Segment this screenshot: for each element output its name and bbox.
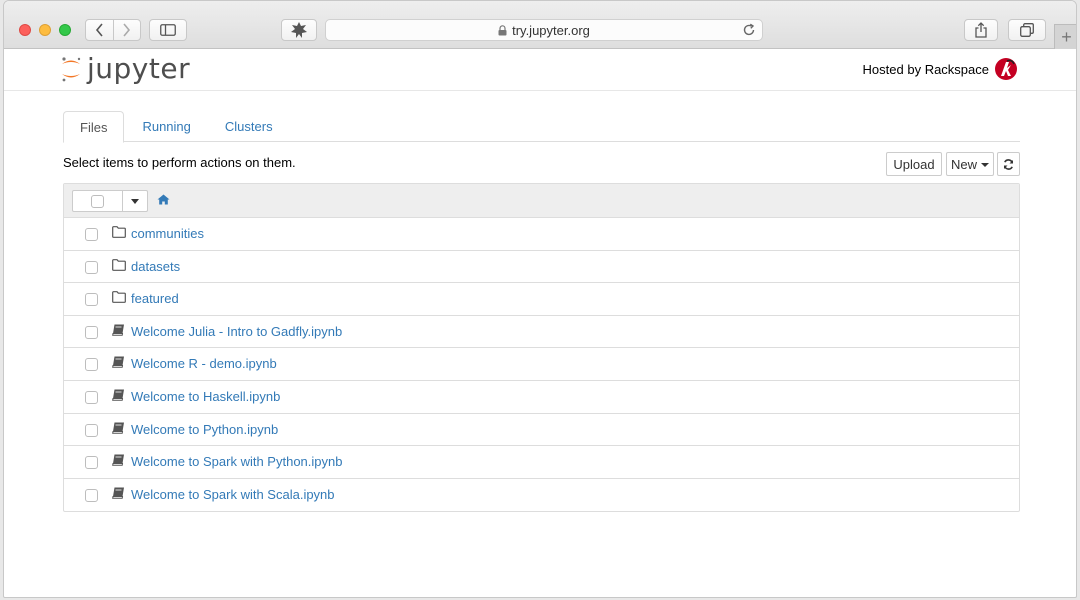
item-checkbox[interactable] bbox=[85, 423, 98, 437]
item-checkbox[interactable] bbox=[85, 293, 98, 307]
file-rows: communities datasets featured Welcome Julia… bbox=[64, 218, 1019, 511]
list-item[interactable]: Welcome R - demo.ipynb bbox=[64, 348, 1019, 381]
item-checkbox[interactable] bbox=[85, 456, 98, 470]
sidebar-toggle-button[interactable] bbox=[149, 19, 187, 41]
hosted-by[interactable]: Hosted by Rackspace bbox=[863, 57, 1018, 81]
hosted-by-label: Hosted by Rackspace bbox=[862, 61, 989, 77]
item-link[interactable]: Welcome to Spark with Scala.ipynb bbox=[131, 487, 335, 502]
reload-icon bbox=[743, 23, 755, 36]
new-tab-button[interactable]: + bbox=[1054, 24, 1076, 49]
tabs-icon bbox=[1020, 23, 1034, 37]
list-item[interactable]: Welcome to Python.ipynb bbox=[64, 414, 1019, 447]
chevron-left-icon bbox=[95, 23, 103, 37]
folder-icon bbox=[112, 258, 126, 271]
item-checkbox[interactable] bbox=[85, 358, 98, 372]
forward-button[interactable] bbox=[112, 20, 140, 40]
share-button[interactable] bbox=[964, 19, 998, 41]
jupyter-header: jupyter Hosted by Rackspace bbox=[4, 49, 1076, 91]
rackspace-logo-icon bbox=[994, 57, 1018, 81]
notebook-tabs: Files Running Clusters bbox=[63, 111, 1020, 143]
item-checkbox[interactable] bbox=[85, 488, 98, 502]
item-link[interactable]: datasets bbox=[131, 259, 180, 274]
notebook-icon bbox=[112, 389, 125, 401]
list-item[interactable]: communities bbox=[64, 218, 1019, 251]
item-checkbox[interactable] bbox=[85, 260, 98, 274]
extension-button[interactable] bbox=[281, 19, 317, 41]
item-link[interactable]: Welcome Julia - Intro to Gadfly.ipynb bbox=[131, 324, 342, 339]
browser-window: try.jupyter.org + jupyter Hosted by Rack… bbox=[3, 0, 1077, 598]
file-list-header bbox=[64, 184, 1019, 218]
select-all-group bbox=[72, 190, 148, 212]
item-checkbox[interactable] bbox=[85, 390, 98, 404]
item-link[interactable]: featured bbox=[131, 291, 179, 306]
notebook-icon bbox=[112, 422, 125, 434]
refresh-icon bbox=[1003, 158, 1014, 170]
caret-down-icon bbox=[131, 198, 139, 204]
item-checkbox[interactable] bbox=[85, 325, 98, 339]
item-link[interactable]: Welcome to Spark with Python.ipynb bbox=[131, 454, 342, 469]
refresh-button[interactable] bbox=[997, 152, 1020, 176]
jupyter-logo[interactable]: jupyter bbox=[60, 51, 190, 87]
item-link[interactable]: Welcome to Haskell.ipynb bbox=[131, 389, 280, 404]
folder-icon bbox=[112, 291, 126, 304]
nav-button-group bbox=[85, 19, 141, 41]
item-link[interactable]: communities bbox=[131, 226, 204, 241]
select-all-checkbox-area[interactable] bbox=[73, 191, 123, 211]
list-item[interactable]: Welcome Julia - Intro to Gadfly.ipynb bbox=[64, 316, 1019, 349]
jupyter-logo-icon bbox=[62, 57, 81, 82]
tab-running[interactable]: Running bbox=[126, 111, 206, 142]
item-checkbox[interactable] bbox=[85, 228, 98, 241]
home-icon[interactable] bbox=[157, 194, 170, 205]
select-dropdown-button[interactable] bbox=[123, 191, 147, 211]
notebook-icon bbox=[112, 487, 125, 499]
new-button[interactable]: New bbox=[946, 152, 994, 176]
list-item[interactable]: datasets bbox=[64, 251, 1019, 284]
list-item[interactable]: featured bbox=[64, 283, 1019, 316]
upload-button[interactable]: Upload bbox=[886, 152, 942, 176]
folder-icon bbox=[112, 226, 126, 238]
new-button-label: New bbox=[950, 156, 977, 172]
back-button[interactable] bbox=[86, 20, 113, 40]
lock-icon bbox=[498, 24, 507, 36]
list-item[interactable]: Welcome to Spark with Scala.ipynb bbox=[64, 479, 1019, 512]
url-text: try.jupyter.org bbox=[512, 22, 590, 38]
show-tabs-button[interactable] bbox=[1008, 19, 1046, 41]
item-link[interactable]: Welcome to Python.ipynb bbox=[131, 422, 278, 437]
sidebar-icon bbox=[160, 24, 176, 36]
tab-files[interactable]: Files bbox=[63, 111, 125, 143]
notebook-icon bbox=[112, 454, 125, 466]
jupyter-logo-text: jupyter bbox=[87, 52, 191, 85]
plus-icon: + bbox=[1061, 26, 1072, 47]
maximize-window-button[interactable] bbox=[59, 24, 71, 36]
extension-icon bbox=[291, 22, 307, 38]
reload-button[interactable] bbox=[742, 23, 756, 40]
select-all-checkbox[interactable] bbox=[91, 194, 104, 208]
list-item[interactable]: Welcome to Haskell.ipynb bbox=[64, 381, 1019, 414]
address-bar[interactable]: try.jupyter.org bbox=[325, 19, 763, 41]
chevron-right-icon bbox=[123, 23, 131, 37]
minimize-window-button[interactable] bbox=[39, 24, 51, 36]
notebook-icon bbox=[112, 324, 125, 336]
list-item[interactable]: Welcome to Spark with Python.ipynb bbox=[64, 446, 1019, 479]
browser-toolbar: try.jupyter.org + bbox=[4, 1, 1076, 49]
tab-clusters[interactable]: Clusters bbox=[209, 111, 289, 142]
close-window-button[interactable] bbox=[19, 24, 31, 36]
file-list: communities datasets featured Welcome Julia… bbox=[63, 183, 1020, 513]
caret-down-icon bbox=[981, 163, 989, 167]
share-icon bbox=[975, 22, 987, 38]
selection-instructions: Select items to perform actions on them. bbox=[63, 155, 296, 170]
notebook-icon bbox=[112, 356, 125, 369]
item-link[interactable]: Welcome R - demo.ipynb bbox=[131, 356, 277, 371]
